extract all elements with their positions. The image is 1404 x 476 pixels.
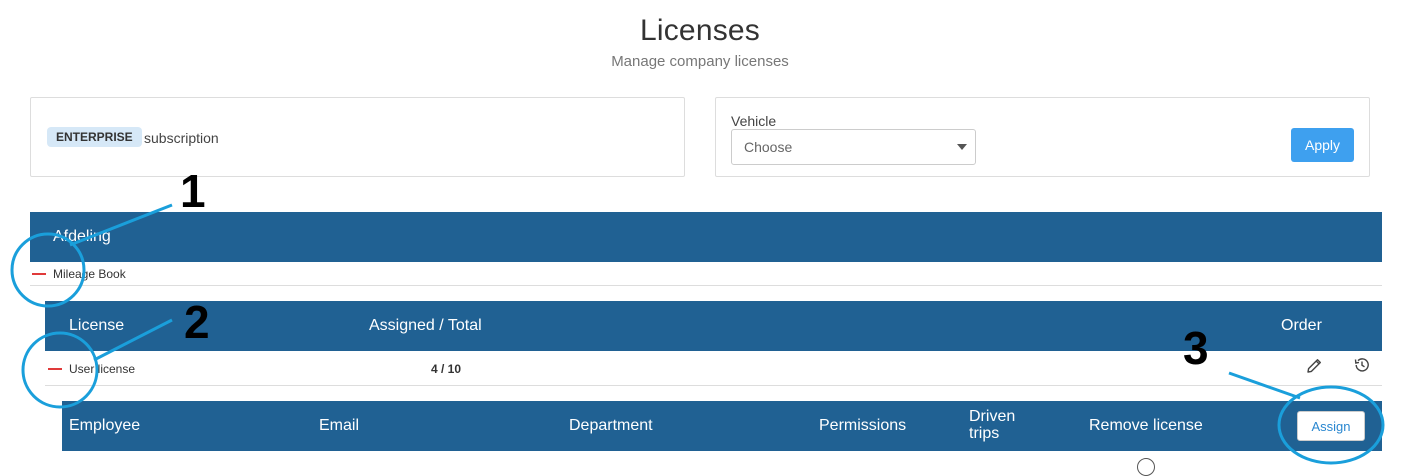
afdeling-header-label: Afdeling — [53, 228, 111, 245]
collapse-icon[interactable] — [48, 368, 62, 370]
column-license: License — [69, 317, 125, 334]
annotation-label-3: 3 — [1183, 322, 1209, 374]
vehicle-card: Vehicle Choose Apply — [715, 97, 1370, 177]
subscription-badge: ENTERPRISE — [47, 127, 142, 147]
collapse-icon[interactable] — [32, 273, 46, 275]
department-name: Mileage Book — [53, 267, 126, 281]
pencil-icon[interactable] — [1305, 357, 1323, 378]
subscription-text: subscription — [144, 130, 219, 146]
department-row[interactable]: Mileage Book — [30, 262, 1382, 286]
column-assigned-total: Assigned / Total — [369, 317, 482, 334]
apply-button[interactable]: Apply — [1291, 128, 1354, 162]
column-email: Email — [319, 417, 360, 434]
license-assigned-count: 4 / 10 — [431, 362, 462, 376]
column-order: Order — [1281, 317, 1322, 334]
column-permissions: Permissions — [819, 417, 907, 434]
license-row[interactable]: User license 4 / 10 — [45, 351, 1382, 386]
history-icon[interactable] — [1353, 356, 1371, 377]
column-driven-trips-line2: trips — [969, 425, 1000, 442]
license-table-header: License Assigned / Total Order — [45, 301, 1382, 351]
annotation-label-2: 2 — [184, 296, 210, 348]
vehicle-select-value: Choose — [744, 139, 793, 155]
license-name: User license — [69, 362, 136, 376]
column-driven-trips-line1: Driven — [969, 408, 1016, 425]
employee-table-header: Employee Email Department Permissions Dr… — [62, 401, 1382, 451]
vehicle-label: Vehicle — [731, 113, 777, 129]
page-title: Licenses — [639, 14, 760, 47]
assign-button[interactable]: Assign — [1297, 411, 1365, 441]
column-driven-trips: Driven trips — [969, 408, 1015, 442]
column-employee: Employee — [69, 417, 141, 434]
add-circle-icon[interactable] — [1137, 458, 1155, 476]
annotation-label-1: 1 — [180, 165, 206, 217]
subscription-card: ENTERPRISE subscription — [30, 97, 685, 177]
caret-down-icon — [957, 144, 967, 150]
column-remove-license: Remove license — [1089, 417, 1203, 434]
vehicle-select[interactable]: Choose — [731, 129, 976, 165]
column-department: Department — [569, 417, 653, 434]
afdeling-header: Afdeling — [30, 212, 1382, 262]
page-subtitle: Manage company licenses — [611, 53, 789, 70]
